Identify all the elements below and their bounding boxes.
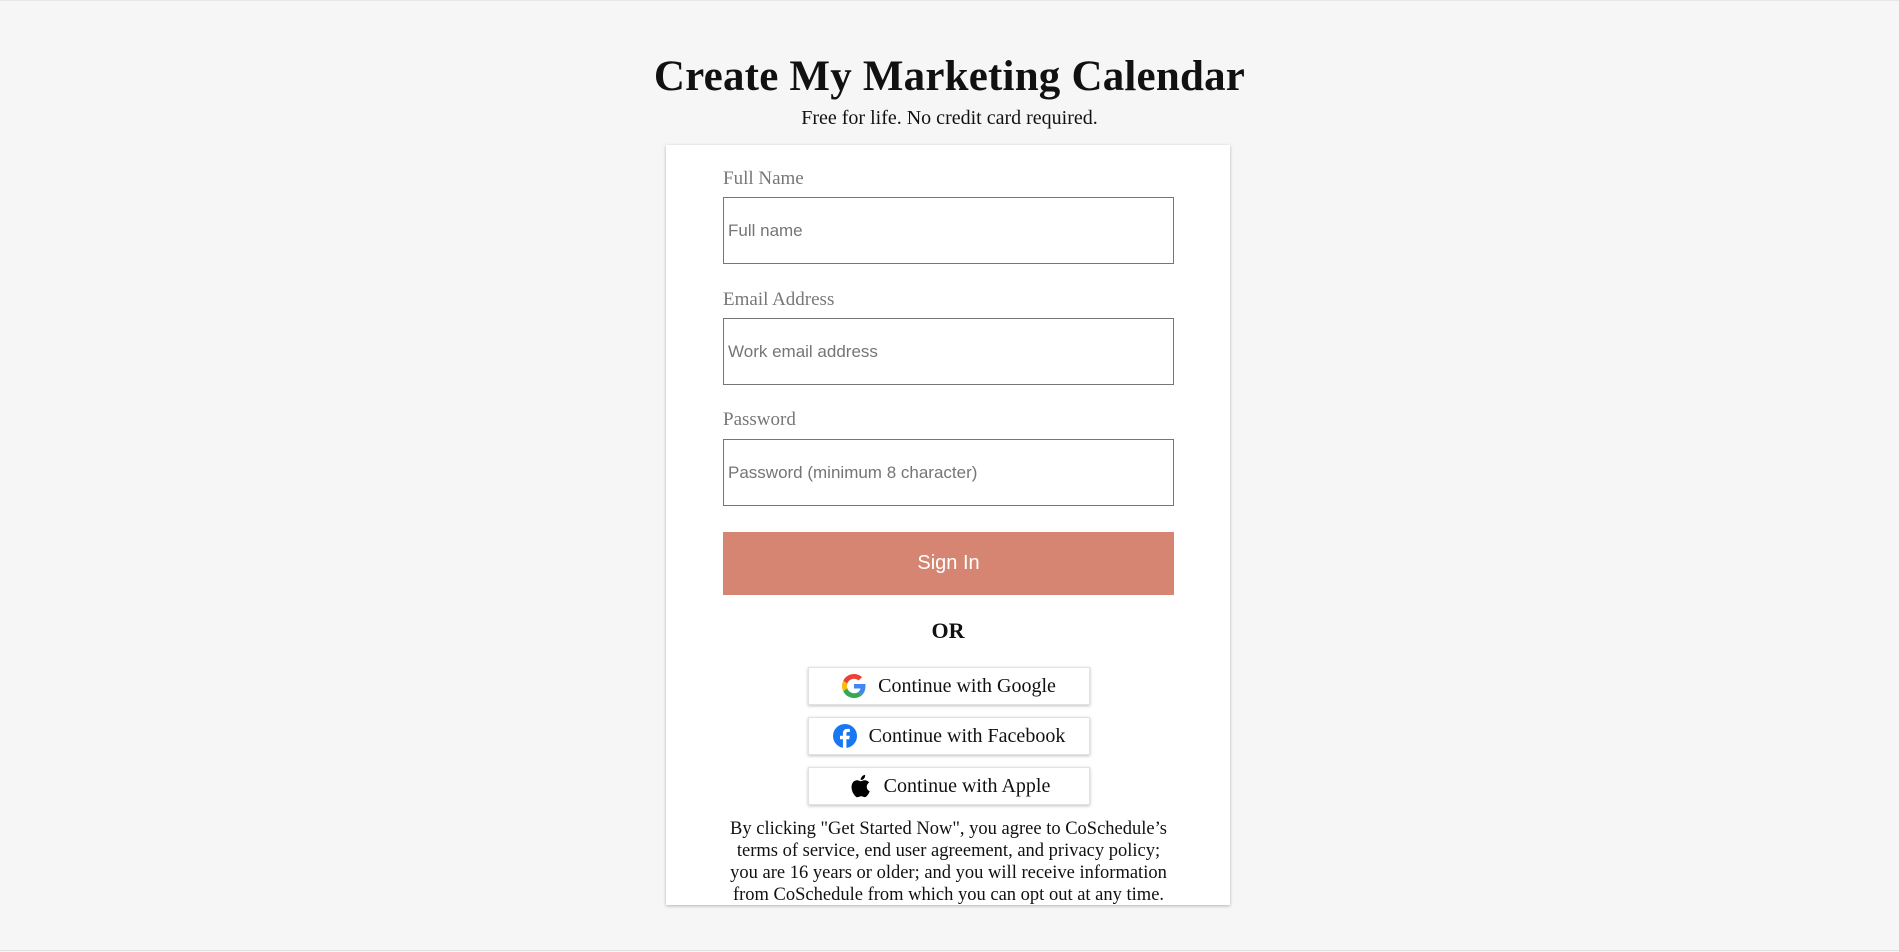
signup-card: Full Name Email Address Password Sign In…: [666, 145, 1230, 905]
password-label: Password: [723, 409, 796, 430]
google-button-label: Continue with Google: [878, 674, 1056, 697]
page-title: Create My Marketing Calendar: [653, 53, 1246, 100]
apple-icon: [848, 774, 872, 798]
email-input[interactable]: [723, 318, 1174, 385]
bottom-divider: [0, 950, 1899, 951]
or-divider-text: OR: [931, 618, 965, 643]
top-divider: [0, 0, 1899, 1]
sign-in-button[interactable]: Sign In: [723, 532, 1174, 595]
continue-with-google-button[interactable]: Continue with Google: [808, 667, 1090, 705]
full-name-input[interactable]: [723, 197, 1174, 264]
legal-disclaimer: By clicking "Get Started Now", you agree…: [730, 819, 1167, 905]
email-label: Email Address: [723, 289, 835, 310]
continue-with-apple-button[interactable]: Continue with Apple: [808, 767, 1090, 805]
full-name-label: Full Name: [723, 168, 804, 189]
facebook-icon: [832, 724, 857, 748]
apple-button-label: Continue with Apple: [883, 774, 1051, 797]
page-subtitle: Free for life. No credit card required.: [801, 107, 1098, 129]
page-header: Create My Marketing Calendar Free for li…: [0, 50, 1899, 130]
continue-with-facebook-button[interactable]: Continue with Facebook: [808, 717, 1090, 755]
google-icon: [842, 674, 866, 698]
password-input[interactable]: [723, 439, 1174, 506]
facebook-button-label: Continue with Facebook: [868, 724, 1066, 747]
